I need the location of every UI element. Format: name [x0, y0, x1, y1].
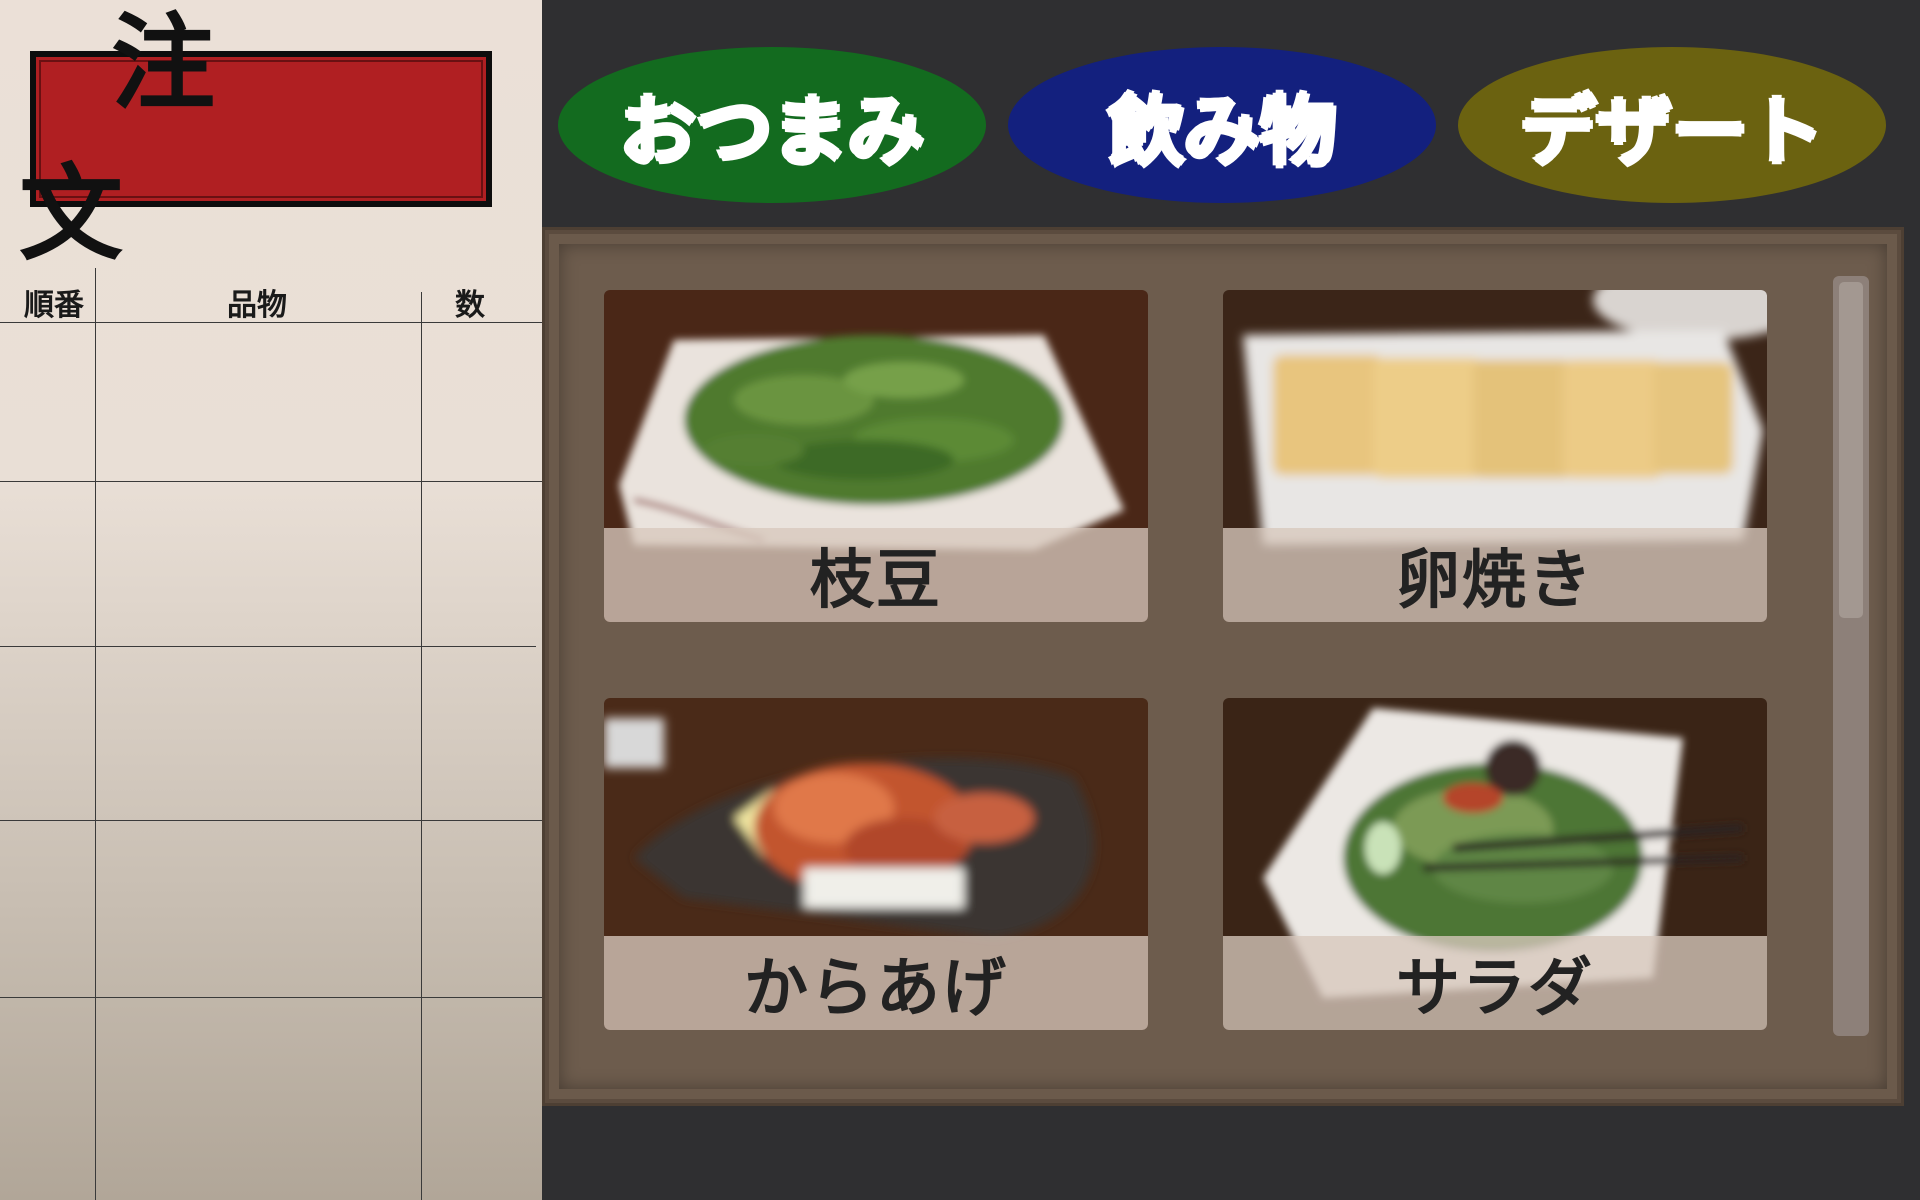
tab-snacks-label: おつまみ — [620, 87, 924, 176]
menu-item-label: サラダ — [1396, 951, 1594, 1026]
menu-item-edamame[interactable]: 枝豆 — [604, 290, 1148, 622]
card-label-bar: からあげ — [604, 936, 1148, 1030]
menu-item-karaage[interactable]: からあげ — [604, 698, 1148, 1030]
tab-drinks[interactable]: 飲み物 — [1008, 47, 1436, 203]
table-row[interactable] — [0, 323, 542, 481]
tab-drinks-label: 飲み物 — [1108, 87, 1336, 176]
card-label-bar: 枝豆 — [604, 528, 1148, 622]
column-header-item: 品物 — [227, 288, 287, 323]
table-row[interactable] — [0, 482, 542, 646]
order-title-banner: 注 文 — [19, 1, 504, 275]
table-row[interactable] — [0, 821, 542, 997]
scrollbar-thumb[interactable] — [1839, 282, 1863, 618]
card-label-bar: サラダ — [1223, 936, 1767, 1030]
table-row[interactable] — [0, 647, 542, 820]
menu-item-salad[interactable]: サラダ — [1223, 698, 1767, 1030]
order-title: 注 文 — [19, 1, 504, 275]
table-row[interactable] — [0, 998, 542, 1200]
menu-item-label: からあげ — [744, 951, 1008, 1026]
tab-snacks[interactable]: おつまみ — [558, 47, 986, 203]
menu-item-tamagoyaki[interactable]: 卵焼き — [1223, 290, 1767, 622]
menu-item-label: 枝豆 — [810, 543, 942, 618]
tab-desserts[interactable]: デザート — [1458, 47, 1886, 203]
card-label-bar: 卵焼き — [1223, 528, 1767, 622]
tab-desserts-label: デザート — [1520, 87, 1824, 176]
order-sheet: 注 文 順番 品物 数 — [0, 0, 542, 1200]
menu-item-label: 卵焼き — [1396, 543, 1594, 618]
menu-scrollbar[interactable] — [1833, 276, 1869, 1036]
column-header-order-number: 順番 — [24, 288, 84, 323]
column-header-quantity: 数 — [455, 288, 485, 323]
